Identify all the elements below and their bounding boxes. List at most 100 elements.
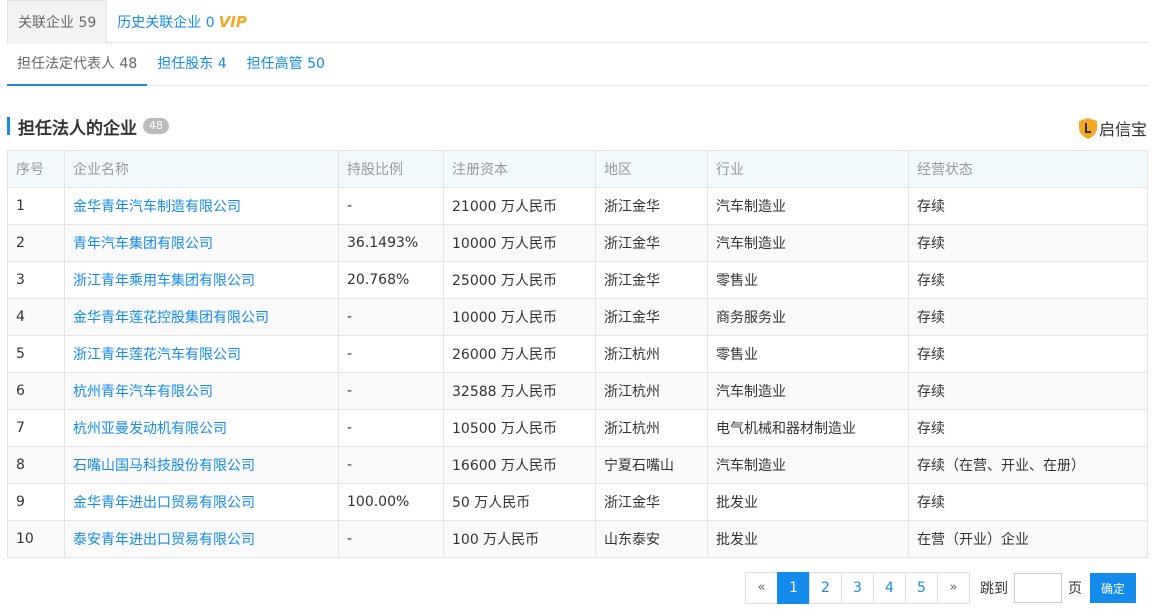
- table-row: 4 金华青年莲花控股集团有限公司 - 10000 万人民币 浙江金华 商务服务业…: [7, 298, 1148, 336]
- cell-no: 8: [7, 446, 65, 484]
- jump-page-input[interactable]: [1014, 573, 1062, 603]
- cell-industry: 电气机械和器材制造业: [707, 409, 909, 447]
- cell-region: 浙江杭州: [595, 372, 708, 410]
- col-header-no: 序号: [7, 150, 65, 188]
- section-title: 担任法人的企业: [18, 118, 137, 139]
- cell-status: 存续: [908, 261, 1148, 299]
- sub-tabs: 担任法定代表人 48 担任股东 4 担任高管 50: [7, 44, 1147, 86]
- table-row: 9 金华青年进出口贸易有限公司 100.00% 50 万人民币 浙江金华 批发业…: [7, 483, 1148, 521]
- col-header-status: 经营状态: [908, 150, 1148, 188]
- table-header-row: 序号 企业名称 持股比例 注册资本 地区 行业 经营状态: [7, 150, 1148, 188]
- cell-share: -: [338, 446, 444, 484]
- table-row: 1 金华青年汽车制造有限公司 - 21000 万人民币 浙江金华 汽车制造业 存…: [7, 187, 1148, 225]
- company-link[interactable]: 浙江青年乘用车集团有限公司: [73, 273, 255, 289]
- cell-status: 存续（在营、开业、在册）: [908, 446, 1148, 484]
- col-header-share: 持股比例: [338, 150, 444, 188]
- cell-region: 山东泰安: [595, 520, 708, 558]
- cell-capital: 10000 万人民币: [443, 298, 596, 336]
- cell-region: 浙江金华: [595, 298, 708, 336]
- confirm-jump-button[interactable]: 确定: [1090, 573, 1136, 603]
- tab-shareholder[interactable]: 担任股东 4: [147, 44, 236, 86]
- company-link[interactable]: 金华青年莲花控股集团有限公司: [73, 310, 269, 326]
- cell-name: 金华青年汽车制造有限公司: [64, 187, 339, 225]
- table-row: 5 浙江青年莲花汽车有限公司 - 26000 万人民币 浙江杭州 零售业 存续: [7, 335, 1148, 373]
- table-row: 8 石嘴山国马科技股份有限公司 - 16600 万人民币 宁夏石嘴山 汽车制造业…: [7, 446, 1148, 484]
- page-button-4[interactable]: 4: [873, 572, 906, 604]
- company-link[interactable]: 杭州青年汽车有限公司: [73, 384, 213, 400]
- table-row: 10 泰安青年进出口贸易有限公司 - 100 万人民币 山东泰安 批发业 在营（…: [7, 520, 1148, 558]
- cell-industry: 汽车制造业: [707, 372, 909, 410]
- page-button-1[interactable]: 1: [777, 572, 810, 604]
- cell-share: -: [338, 372, 444, 410]
- cell-region: 浙江金华: [595, 261, 708, 299]
- cell-capital: 50 万人民币: [443, 483, 596, 521]
- cell-capital: 100 万人民币: [443, 520, 596, 558]
- table-row: 6 杭州青年汽车有限公司 - 32588 万人民币 浙江杭州 汽车制造业 存续: [7, 372, 1148, 410]
- cell-share: -: [338, 187, 444, 225]
- company-link[interactable]: 泰安青年进出口贸易有限公司: [73, 532, 255, 548]
- col-header-name: 企业名称: [64, 150, 339, 188]
- title-accent-bar: [7, 117, 10, 135]
- page-button-2[interactable]: 2: [809, 572, 842, 604]
- company-link[interactable]: 石嘴山国马科技股份有限公司: [73, 458, 255, 474]
- cell-no: 3: [7, 261, 65, 299]
- cell-capital: 10500 万人民币: [443, 409, 596, 447]
- cell-industry: 商务服务业: [707, 298, 909, 336]
- cell-no: 1: [7, 187, 65, 225]
- brand-name: 启信宝: [1098, 120, 1147, 139]
- cell-name: 金华青年莲花控股集团有限公司: [64, 298, 339, 336]
- cell-no: 4: [7, 298, 65, 336]
- cell-industry: 汽车制造业: [707, 187, 909, 225]
- cell-capital: 16600 万人民币: [443, 446, 596, 484]
- vip-badge: VIP: [218, 13, 247, 31]
- next-page-button[interactable]: »: [937, 572, 970, 604]
- cell-status: 存续: [908, 187, 1148, 225]
- top-tabs: 关联企业 59 历史关联企业 0 VIP: [7, 0, 1147, 44]
- cell-capital: 26000 万人民币: [443, 335, 596, 373]
- company-link[interactable]: 金华青年汽车制造有限公司: [73, 199, 241, 215]
- tab-related-companies-label: 关联企业 59: [18, 15, 97, 31]
- tab-related-companies[interactable]: 关联企业 59: [7, 0, 108, 44]
- cell-capital: 10000 万人民币: [443, 224, 596, 262]
- cell-region: 浙江金华: [595, 483, 708, 521]
- prev-page-button[interactable]: «: [745, 572, 778, 604]
- cell-status: 存续: [908, 372, 1148, 410]
- col-header-capital: 注册资本: [443, 150, 596, 188]
- cell-capital: 21000 万人民币: [443, 187, 596, 225]
- cell-no: 9: [7, 483, 65, 521]
- tab-history-label: 历史关联企业 0: [117, 15, 215, 31]
- page-button-3[interactable]: 3: [841, 572, 874, 604]
- cell-no: 5: [7, 335, 65, 373]
- tab-legal-representative[interactable]: 担任法定代表人 48: [7, 44, 148, 86]
- company-link[interactable]: 浙江青年莲花汽车有限公司: [73, 347, 241, 363]
- cell-no: 7: [7, 409, 65, 447]
- cell-industry: 零售业: [707, 261, 909, 299]
- cell-region: 浙江杭州: [595, 409, 708, 447]
- tab-executive[interactable]: 担任高管 50: [237, 44, 335, 86]
- cell-no: 6: [7, 372, 65, 410]
- cell-name: 浙江青年乘用车集团有限公司: [64, 261, 339, 299]
- cell-share: 20.768%: [338, 261, 444, 299]
- cell-name: 石嘴山国马科技股份有限公司: [64, 446, 339, 484]
- cell-region: 浙江金华: [595, 224, 708, 262]
- brand-logo: 启信宝: [1078, 116, 1147, 140]
- company-link[interactable]: 金华青年进出口贸易有限公司: [73, 495, 255, 511]
- page-button-5[interactable]: 5: [905, 572, 938, 604]
- cell-name: 泰安青年进出口贸易有限公司: [64, 520, 339, 558]
- cell-industry: 批发业: [707, 520, 909, 558]
- cell-share: 36.1493%: [338, 224, 444, 262]
- pagination: « 1 2 3 4 5 » 跳到 页 确定: [745, 572, 1136, 604]
- cell-name: 杭州亚曼发动机有限公司: [64, 409, 339, 447]
- company-link[interactable]: 杭州亚曼发动机有限公司: [73, 421, 227, 437]
- table-row: 2 青年汽车集团有限公司 36.1493% 10000 万人民币 浙江金华 汽车…: [7, 224, 1148, 262]
- cell-industry: 批发业: [707, 483, 909, 521]
- cell-status: 存续: [908, 298, 1148, 336]
- table-row: 7 杭州亚曼发动机有限公司 - 10500 万人民币 浙江杭州 电气机械和器材制…: [7, 409, 1148, 447]
- cell-status: 存续: [908, 335, 1148, 373]
- company-link[interactable]: 青年汽车集团有限公司: [73, 236, 213, 252]
- cell-region: 浙江金华: [595, 187, 708, 225]
- tab-history-related-companies[interactable]: 历史关联企业 0 VIP: [107, 0, 257, 43]
- table-row: 3 浙江青年乘用车集团有限公司 20.768% 25000 万人民币 浙江金华 …: [7, 261, 1148, 299]
- cell-share: -: [338, 298, 444, 336]
- cell-region: 宁夏石嘴山: [595, 446, 708, 484]
